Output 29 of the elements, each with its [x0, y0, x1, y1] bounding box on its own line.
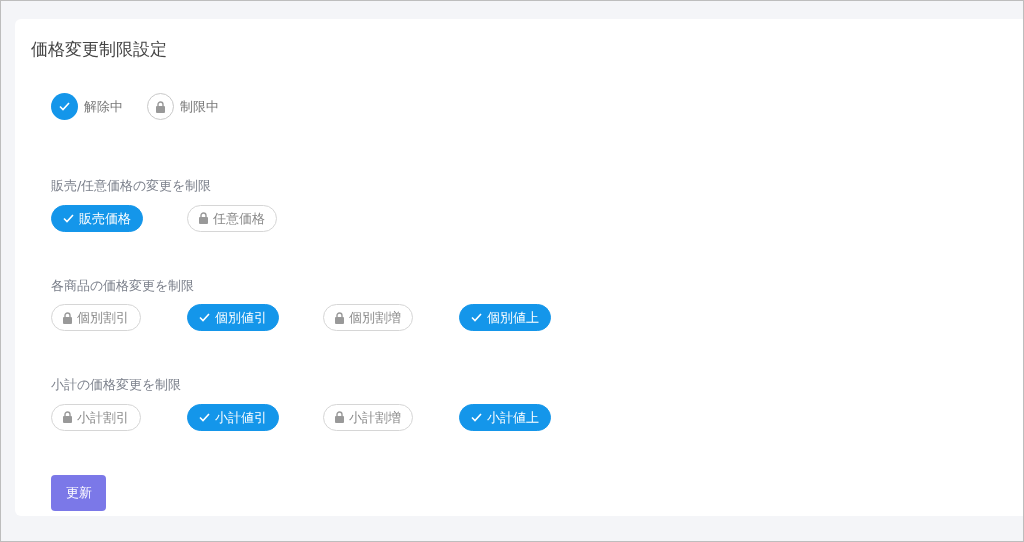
check-icon — [471, 412, 482, 422]
toggle-chip[interactable]: 任意価格 — [187, 204, 277, 232]
section-label: 各商品の価格変更を制限 — [51, 276, 195, 295]
section-label: 販売/任意価格の変更を制限 — [51, 177, 213, 196]
toggle-chip[interactable]: 個別値引 — [187, 304, 279, 332]
legend-label: 制限中 — [180, 98, 219, 117]
toggle-chip[interactable]: 小計割増 — [323, 403, 413, 431]
toggle-chip[interactable]: 小計割引 — [51, 403, 141, 431]
toggle-chip[interactable]: 販売価格 — [51, 204, 143, 232]
lock-icon — [335, 311, 344, 324]
check-icon — [59, 102, 70, 112]
toggle-chip[interactable]: 個別割引 — [51, 304, 141, 332]
page-title: 価格変更制限設定 — [31, 39, 168, 60]
section-label: 小計の価格変更を制限 — [51, 376, 182, 395]
lock-icon — [156, 100, 165, 113]
lock-icon — [335, 411, 344, 424]
check-icon — [471, 313, 482, 323]
check-icon — [199, 313, 210, 323]
update-button[interactable]: 更新 — [51, 474, 106, 511]
lock-icon — [199, 212, 208, 225]
toggle-chip[interactable]: 個別値上 — [459, 304, 551, 332]
lock-icon — [63, 311, 72, 324]
legend-label: 解除中 — [84, 98, 123, 117]
lock-icon — [63, 411, 72, 424]
check-icon — [63, 213, 74, 223]
toggle-chip[interactable]: 個別割増 — [323, 304, 413, 332]
toggle-chip[interactable]: 小計値上 — [459, 403, 551, 431]
check-icon — [199, 412, 210, 422]
toggle-chip[interactable]: 小計値引 — [187, 403, 279, 431]
